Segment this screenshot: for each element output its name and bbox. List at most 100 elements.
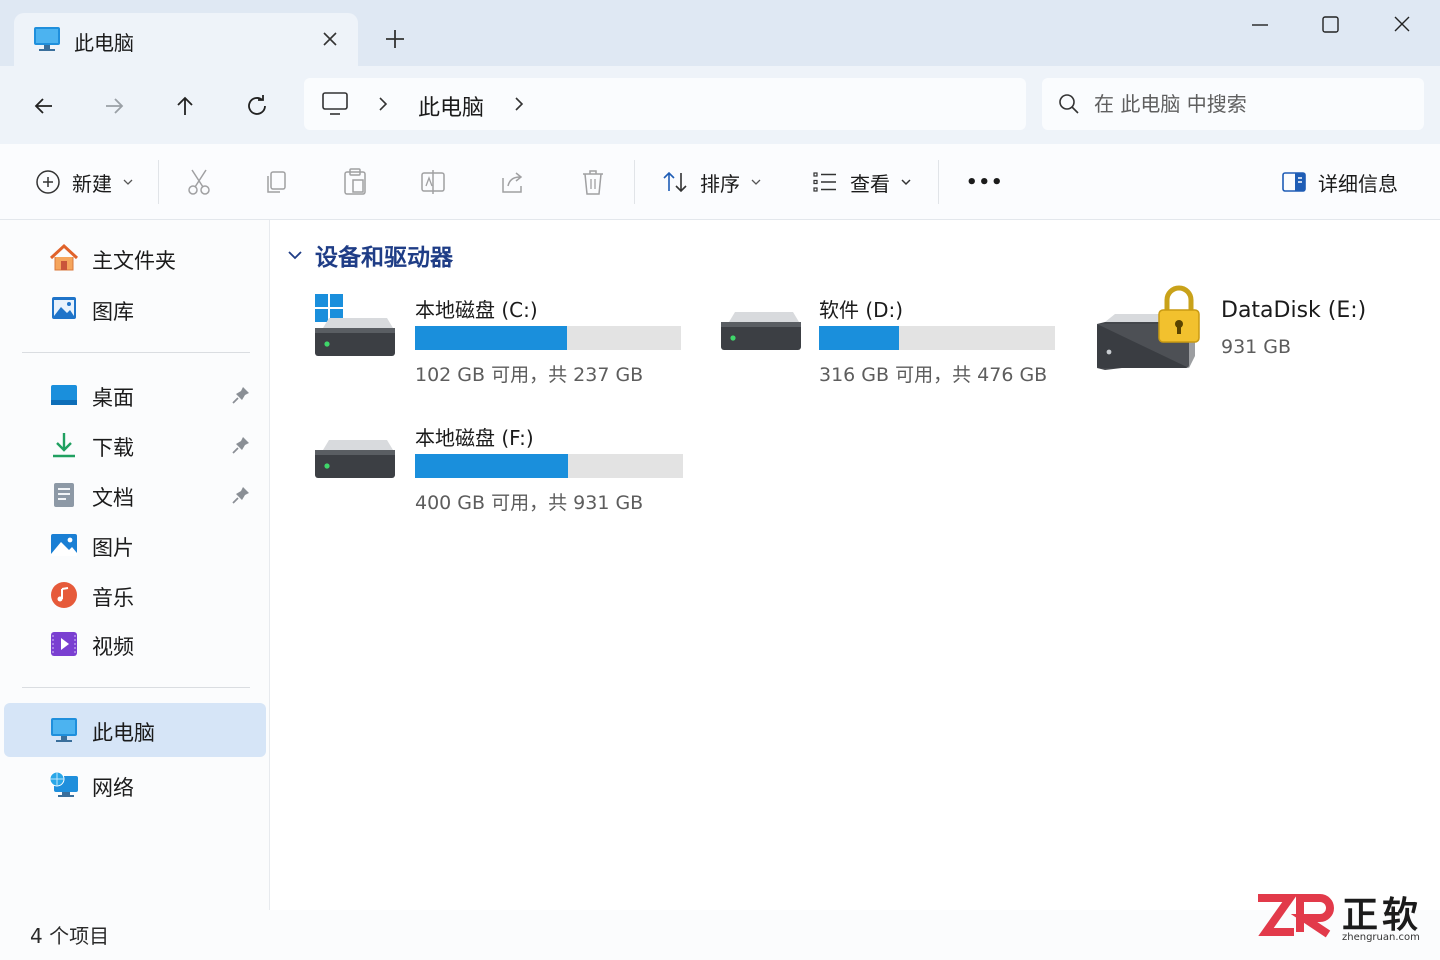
forward-button[interactable]: [96, 88, 132, 124]
gallery-icon: [52, 297, 76, 319]
sidebar-item-label: 主文件夹: [92, 249, 176, 273]
content-area: 设备和驱动器 本地磁盘 (C:) 102 GB 可用，共 237 GB 软件 (…: [271, 220, 1440, 910]
sidebar-item-desktop[interactable]: 桌面: [0, 370, 266, 420]
sidebar-item-home[interactable]: 主文件夹: [0, 233, 266, 283]
sidebar-item-label: 文档: [92, 486, 134, 510]
drive-tile-d[interactable]: 软件 (D:) 316 GB 可用，共 476 GB: [719, 292, 1099, 392]
tab-this-pc[interactable]: 此电脑: [14, 13, 358, 66]
maximize-button[interactable]: [1306, 8, 1354, 42]
close-window-button[interactable]: [1378, 8, 1426, 42]
close-tab-icon[interactable]: [316, 25, 344, 53]
drive-tile-c[interactable]: 本地磁盘 (C:) 102 GB 可用，共 237 GB: [313, 292, 693, 392]
windows-drive-icon: [315, 294, 395, 356]
rename-icon[interactable]: [418, 164, 448, 200]
drive-name: 软件 (D:): [819, 298, 904, 322]
videos-icon: [51, 632, 77, 656]
download-icon: [53, 433, 75, 458]
view-button[interactable]: 查看: [810, 164, 912, 200]
tab-title: 此电脑: [74, 31, 134, 55]
paste-icon[interactable]: [340, 164, 370, 200]
details-label: 详细信息: [1318, 171, 1398, 196]
brand-logo-icon: [1258, 894, 1334, 938]
copy-icon[interactable]: [262, 164, 292, 200]
drive-usage-bar: [415, 326, 681, 350]
delete-icon[interactable]: [578, 164, 608, 200]
navigation-bar: 此电脑: [0, 66, 1440, 144]
share-icon[interactable]: [498, 164, 528, 200]
drive-tile-f[interactable]: 本地磁盘 (F:) 400 GB 可用，共 931 GB: [313, 420, 693, 520]
sidebar-item-gallery[interactable]: 图库: [0, 284, 266, 334]
details-button[interactable]: 详细信息: [1280, 164, 1398, 200]
drive-usage-bar: [415, 454, 683, 478]
sidebar-item-pictures[interactable]: 图片: [0, 520, 266, 570]
more-options-button[interactable]: •••: [966, 164, 1004, 200]
drive-usage-bar: [819, 326, 1055, 350]
chevron-down-icon: [123, 179, 133, 185]
sidebar-item-label: 图片: [92, 536, 134, 560]
command-bar: 新建 排序 查看 ••• 详细信息: [0, 144, 1440, 220]
search-icon: [1059, 94, 1079, 114]
sidebar-item-downloads[interactable]: 下载: [0, 420, 266, 470]
drive-name: 本地磁盘 (F:): [415, 426, 534, 450]
minimize-button[interactable]: [1236, 8, 1284, 42]
music-icon: [51, 582, 77, 608]
watermark-logo: 正软 zhengruan.com: [1254, 890, 1434, 950]
navigation-pane: 主文件夹 图库 桌面 下载 文档 图片 音乐 视频 此电脑 网络: [0, 220, 270, 910]
group-header-devices[interactable]: 设备和驱动器: [285, 238, 453, 272]
sidebar-item-music[interactable]: 音乐: [0, 570, 266, 620]
network-icon: [49, 771, 78, 797]
hard-drive-icon: [721, 312, 801, 350]
sort-label: 排序: [700, 171, 740, 196]
drive-space: 931 GB: [1221, 336, 1292, 358]
chevron-right-icon[interactable]: [372, 93, 394, 115]
this-pc-icon: [51, 718, 77, 742]
toolbar-divider: [634, 160, 635, 204]
drive-space: 102 GB 可用，共 237 GB: [415, 364, 644, 386]
refresh-button[interactable]: [239, 88, 275, 124]
chevron-down-icon: [901, 179, 911, 186]
drive-tile-e[interactable]: DataDisk (E:) 931 GB: [1093, 284, 1423, 384]
add-circle-icon: [36, 170, 60, 194]
drive-name: DataDisk (E:): [1221, 298, 1367, 323]
sidebar-divider: [22, 352, 250, 353]
sidebar-item-network[interactable]: 网络: [0, 760, 266, 810]
documents-icon: [54, 483, 74, 507]
pin-icon[interactable]: [230, 434, 252, 456]
view-label: 查看: [850, 171, 890, 196]
drive-name: 本地磁盘 (C:): [415, 298, 538, 322]
group-title: 设备和驱动器: [315, 245, 453, 271]
back-button[interactable]: [26, 88, 62, 124]
drive-space: 400 GB 可用，共 931 GB: [415, 492, 644, 514]
pin-icon[interactable]: [230, 384, 252, 406]
chevron-down-icon: [751, 179, 761, 185]
computer-icon[interactable]: [320, 91, 350, 117]
toolbar-divider: [938, 160, 939, 204]
sidebar-item-label: 桌面: [92, 386, 134, 410]
sidebar-item-this-pc[interactable]: 此电脑: [4, 703, 266, 757]
search-box[interactable]: [1042, 78, 1424, 130]
breadcrumb-this-pc[interactable]: 此电脑: [418, 90, 484, 122]
search-input[interactable]: [1094, 86, 1410, 122]
pictures-icon: [51, 534, 77, 556]
new-tab-button[interactable]: [380, 24, 410, 54]
address-bar[interactable]: 此电脑: [304, 78, 1026, 130]
watermark-brand: 正软: [1342, 895, 1423, 936]
locked-drive-icon: [1097, 285, 1200, 370]
sidebar-item-videos[interactable]: 视频: [0, 619, 266, 669]
new-label: 新建: [72, 171, 112, 196]
chevron-down-icon: [288, 251, 302, 260]
up-button[interactable]: [167, 88, 203, 124]
toolbar-divider: [158, 160, 159, 204]
drive-usage-fill: [819, 326, 900, 350]
sidebar-item-documents[interactable]: 文档: [0, 470, 266, 520]
home-icon: [49, 243, 79, 271]
cut-icon[interactable]: [184, 164, 214, 200]
sort-button[interactable]: 排序: [660, 164, 762, 200]
new-button[interactable]: 新建: [34, 164, 134, 200]
pin-icon[interactable]: [230, 484, 252, 506]
sidebar-item-label: 网络: [92, 776, 134, 800]
item-count: 4 个项目: [30, 924, 110, 948]
sidebar-divider: [22, 687, 250, 688]
title-bar: 此电脑: [0, 0, 1440, 66]
chevron-right-icon[interactable]: [508, 93, 530, 115]
